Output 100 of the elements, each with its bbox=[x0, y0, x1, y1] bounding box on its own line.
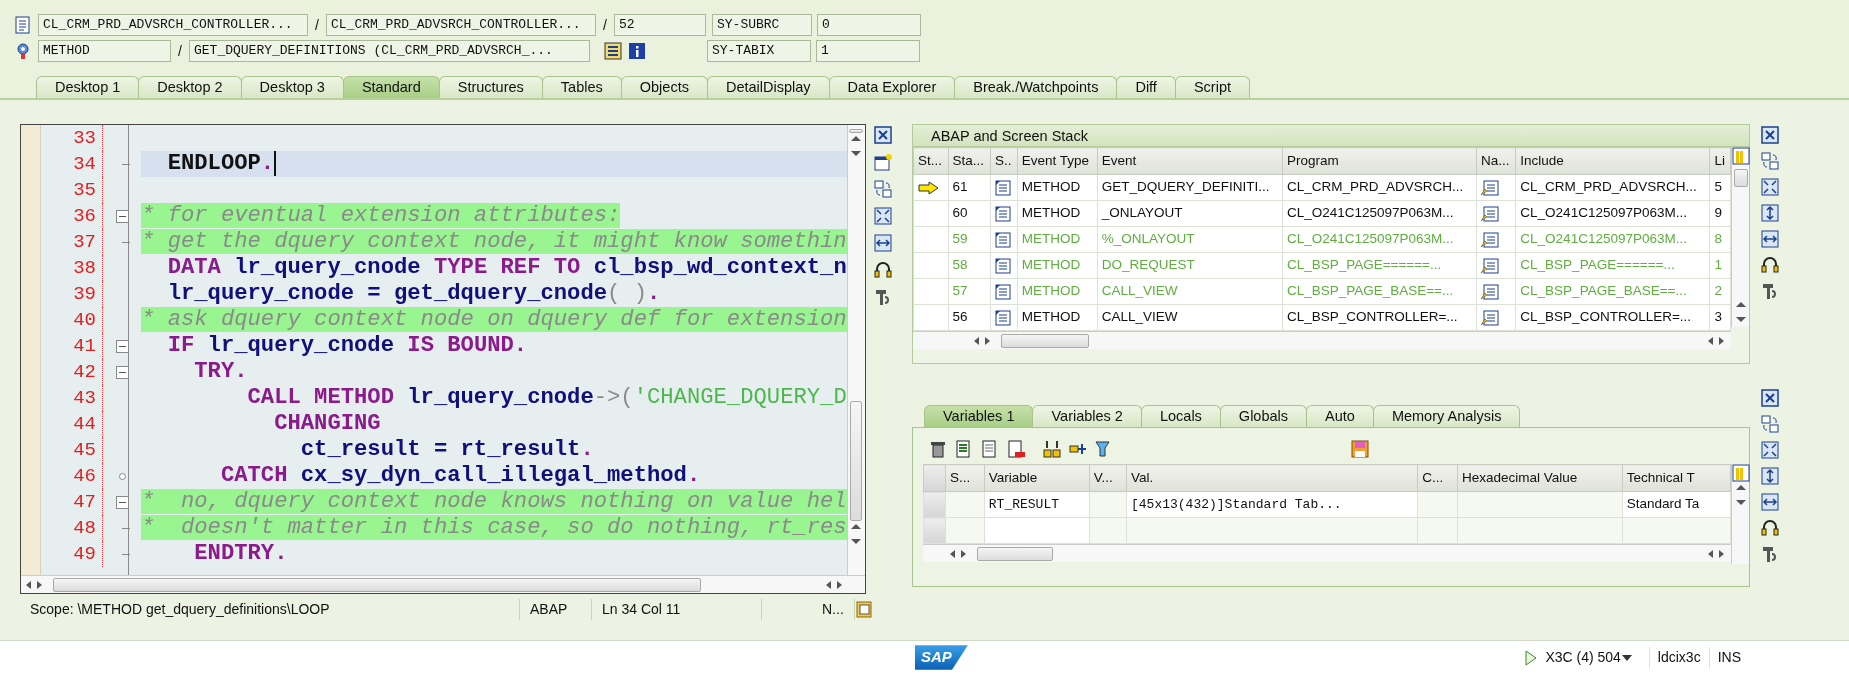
program-field[interactable]: CL_CRM_PRD_ADVSRCH_CONTROLLER... bbox=[38, 14, 308, 36]
system-variable-field[interactable]: SY-SUBRC bbox=[712, 14, 812, 36]
event-field[interactable]: GET_DQUERY_DEFINITIONS (CL_CRM_PRD_ADVSRCH_... bbox=[189, 40, 590, 62]
list-icon[interactable] bbox=[604, 42, 622, 60]
tab[interactable]: Locals bbox=[1140, 405, 1221, 427]
column-layout-icon[interactable] bbox=[1731, 147, 1750, 165]
stack-row[interactable]: 60 METHOD _ONLAYOUT CL_O241C125097P063M... CL_O241C125097P063M... 9 bbox=[913, 200, 1731, 227]
headset-icon[interactable] bbox=[1761, 256, 1779, 274]
vertical-scrollbar[interactable] bbox=[1731, 464, 1749, 564]
column-header[interactable]: Technical T bbox=[1622, 464, 1731, 492]
resize-icon[interactable] bbox=[1761, 467, 1779, 485]
horizontal-scrollbar[interactable] bbox=[913, 331, 1731, 349]
clipboard-icon[interactable] bbox=[854, 600, 873, 618]
value-field[interactable]: 1 bbox=[816, 40, 920, 62]
column-header[interactable]: Event bbox=[1097, 147, 1283, 175]
new-window-icon[interactable] bbox=[873, 153, 892, 171]
swap-icon[interactable] bbox=[1761, 415, 1779, 433]
tab[interactable]: Desktop 2 bbox=[138, 76, 242, 98]
document-icon[interactable] bbox=[955, 440, 973, 458]
edit-document-icon[interactable] bbox=[1481, 283, 1500, 300]
scroll-thumb[interactable] bbox=[53, 577, 701, 592]
resize-icon[interactable] bbox=[1761, 204, 1779, 222]
headset-icon[interactable] bbox=[1761, 519, 1779, 537]
horizontal-scrollbar[interactable] bbox=[21, 575, 865, 593]
column-header[interactable]: Program bbox=[1282, 147, 1477, 175]
tab[interactable]: Auto bbox=[1306, 405, 1374, 427]
tab[interactable]: Memory Analysis bbox=[1372, 405, 1521, 427]
column-header[interactable]: Variable bbox=[984, 464, 1090, 492]
edit-document-icon[interactable] bbox=[1481, 205, 1500, 222]
scroll-thumb[interactable] bbox=[850, 401, 863, 521]
tab[interactable]: Desktop 1 bbox=[36, 76, 140, 98]
value-field[interactable]: 0 bbox=[817, 14, 921, 36]
tab[interactable]: Variables 1 bbox=[924, 405, 1034, 427]
document-icon[interactable] bbox=[1007, 440, 1025, 458]
tab[interactable]: Desktop 3 bbox=[240, 76, 344, 98]
scroll-thumb[interactable] bbox=[1733, 169, 1748, 187]
edit-document-icon[interactable] bbox=[1481, 257, 1500, 274]
tab[interactable]: Tables bbox=[541, 76, 622, 98]
tab[interactable]: DetailDisplay bbox=[706, 76, 830, 98]
collapse-icon[interactable] bbox=[115, 365, 129, 379]
tab[interactable]: Objects bbox=[620, 76, 708, 98]
swap-icon[interactable] bbox=[1761, 152, 1779, 170]
column-header[interactable]: St... bbox=[913, 147, 949, 175]
document-icon[interactable] bbox=[981, 440, 999, 458]
swap-icon[interactable] bbox=[873, 180, 892, 198]
sort-icon[interactable] bbox=[1043, 440, 1061, 458]
fullscreen-icon[interactable] bbox=[1761, 178, 1779, 196]
info-icon[interactable] bbox=[628, 42, 646, 60]
fullscreen-icon[interactable] bbox=[873, 207, 892, 225]
play-icon[interactable] bbox=[1525, 649, 1538, 666]
tab[interactable]: Structures bbox=[438, 76, 543, 98]
tab[interactable]: Globals bbox=[1219, 405, 1308, 427]
edit-document-icon[interactable] bbox=[1481, 309, 1500, 326]
stack-row[interactable]: 56 METHOD CALL_VIEW CL_BSP_CONTROLLER=... CL_BSP_CONTROLLER=... 3 bbox=[913, 304, 1731, 331]
column-header[interactable]: S... bbox=[945, 464, 985, 492]
event-type-field[interactable]: METHOD bbox=[38, 40, 171, 62]
scroll-thumb[interactable] bbox=[849, 129, 864, 133]
system-variable-field[interactable]: SY-TABIX bbox=[707, 40, 811, 62]
tool-icon[interactable] bbox=[873, 288, 892, 306]
tab[interactable]: Data Explorer bbox=[828, 76, 956, 98]
collapse-icon[interactable] bbox=[115, 495, 129, 509]
tool-icon[interactable] bbox=[1761, 545, 1779, 563]
fullscreen-icon[interactable] bbox=[1761, 441, 1779, 459]
column-header[interactable]: Include bbox=[1515, 147, 1710, 175]
vertical-scrollbar[interactable] bbox=[846, 125, 865, 575]
column-header[interactable]: Li bbox=[1710, 147, 1731, 175]
tool-icon[interactable] bbox=[1761, 282, 1779, 300]
collapse-icon[interactable] bbox=[115, 209, 129, 223]
stack-row[interactable]: 61 METHOD GET_DQUERY_DEFINITI... CL_CRM_PRD_ADVSRCH... CL_CRM_PRD_ADVSRCH... 5 bbox=[913, 174, 1731, 201]
column-header[interactable]: Na... bbox=[1476, 147, 1516, 175]
column-header[interactable]: S.. bbox=[990, 147, 1018, 175]
save-icon[interactable] bbox=[1351, 440, 1369, 458]
tab[interactable]: Script bbox=[1174, 76, 1250, 98]
column-header[interactable]: Sta... bbox=[948, 147, 991, 175]
close-icon[interactable] bbox=[1761, 389, 1779, 407]
close-icon[interactable] bbox=[1761, 126, 1779, 144]
column-header[interactable]: Hexadecimal Value bbox=[1457, 464, 1623, 492]
column-header[interactable]: V... bbox=[1089, 464, 1127, 492]
tab[interactable]: Diff bbox=[1116, 76, 1176, 98]
dropdown-icon[interactable] bbox=[1620, 652, 1633, 663]
close-icon[interactable] bbox=[873, 126, 892, 144]
collapse-icon[interactable] bbox=[115, 339, 129, 353]
edit-document-icon[interactable] bbox=[1481, 231, 1500, 248]
tab[interactable]: Variables 2 bbox=[1032, 405, 1142, 427]
filter-icon[interactable] bbox=[1095, 440, 1113, 458]
tab[interactable]: Standard bbox=[342, 76, 440, 98]
include-field[interactable]: CL_CRM_PRD_ADVSRCH_CONTROLLER... bbox=[326, 14, 596, 36]
column-layout-icon[interactable] bbox=[1731, 464, 1750, 482]
headset-icon[interactable] bbox=[873, 261, 892, 279]
vertical-scrollbar[interactable] bbox=[1731, 147, 1749, 327]
delete-icon[interactable] bbox=[929, 440, 947, 458]
column-header[interactable]: Val. bbox=[1126, 464, 1418, 492]
tab[interactable]: Break./Watchpoints bbox=[954, 76, 1118, 98]
column-header[interactable]: Event Type bbox=[1017, 147, 1098, 175]
edit-document-icon[interactable] bbox=[1481, 179, 1500, 196]
column-header[interactable]: C... bbox=[1417, 464, 1458, 492]
line-field[interactable]: 52 bbox=[614, 14, 706, 36]
scroll-thumb[interactable] bbox=[977, 546, 1053, 561]
resize-icon[interactable] bbox=[1761, 230, 1779, 248]
resize-icon[interactable] bbox=[873, 234, 892, 252]
